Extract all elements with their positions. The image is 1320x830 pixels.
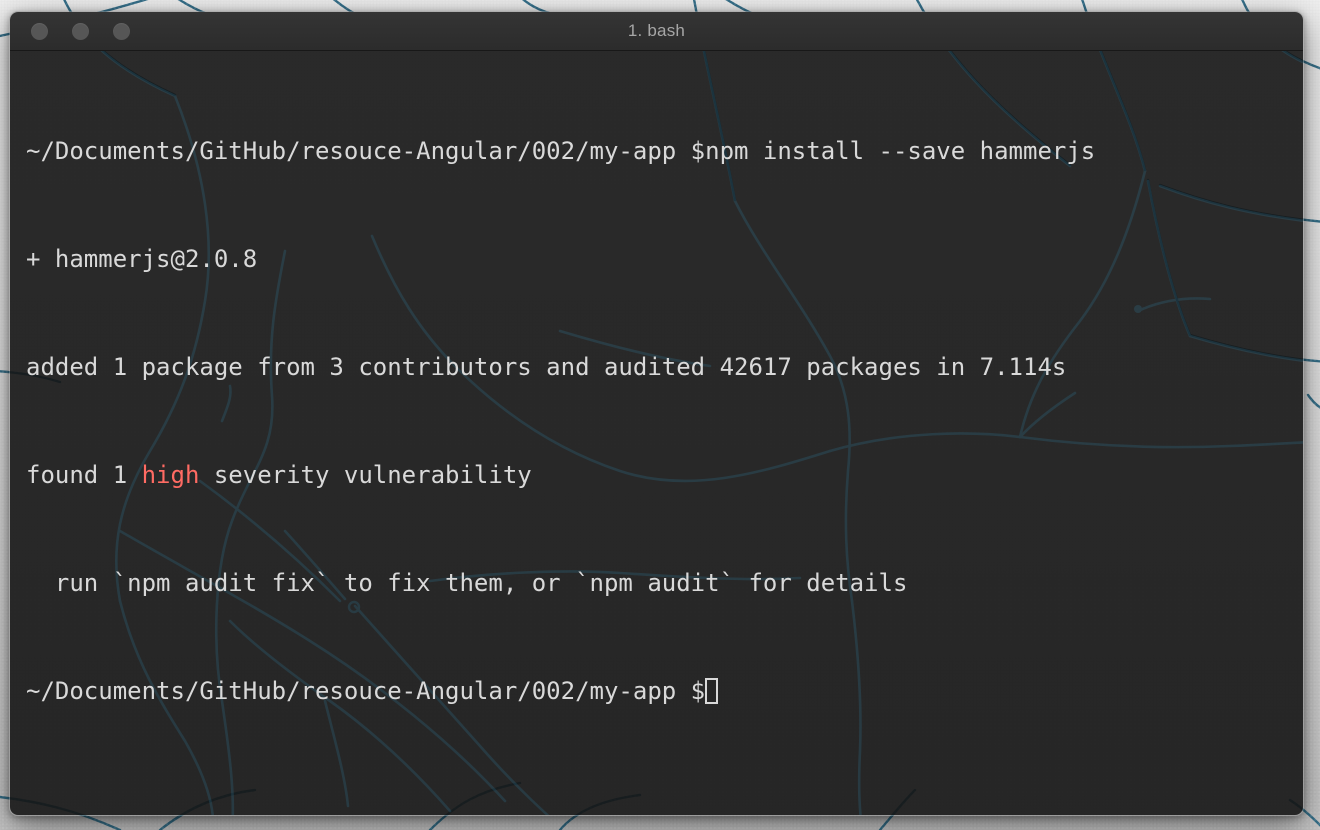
terminal-line-prompt: ~/Documents/GitHub/resouce-Angular/002/m… — [26, 673, 1303, 709]
vulnerability-prefix: found 1 — [26, 461, 142, 489]
close-button[interactable] — [31, 22, 48, 40]
text-cursor[interactable] — [705, 678, 719, 704]
window-title: 1. bash — [627, 21, 686, 40]
terminal-output[interactable]: ~/Documents/GitHub/resouce-Angular/002/m… — [10, 51, 1303, 781]
terminal-line-command: ~/Documents/GitHub/resouce-Angular/002/m… — [26, 137, 1096, 165]
screen: 1. bash ~/Documents/GitHub/resouce-Angul… — [0, 0, 1320, 830]
window-titlebar[interactable]: 1. bash — [10, 12, 1303, 51]
terminal-line-added-package: + hammerjs@2.0.8 — [26, 245, 258, 273]
window-controls — [31, 22, 130, 40]
zoom-button[interactable] — [113, 22, 130, 40]
prompt-text: ~/Documents/GitHub/resouce-Angular/002/m… — [26, 677, 706, 705]
terminal-line-audit-hint: run `npm audit fix` to fix them, or `npm… — [26, 569, 908, 597]
severity-level: high — [141, 461, 200, 489]
terminal-line-audit-summary: added 1 package from 3 contributors and … — [26, 353, 1067, 381]
minimize-button[interactable] — [72, 22, 89, 40]
terminal-window[interactable]: 1. bash ~/Documents/GitHub/resouce-Angul… — [9, 11, 1304, 816]
terminal-body[interactable]: ~/Documents/GitHub/resouce-Angular/002/m… — [10, 51, 1303, 815]
vulnerability-suffix: severity vulnerability — [199, 461, 532, 489]
terminal-line-vulnerability: found 1 high severity vulnerability — [26, 457, 1303, 493]
